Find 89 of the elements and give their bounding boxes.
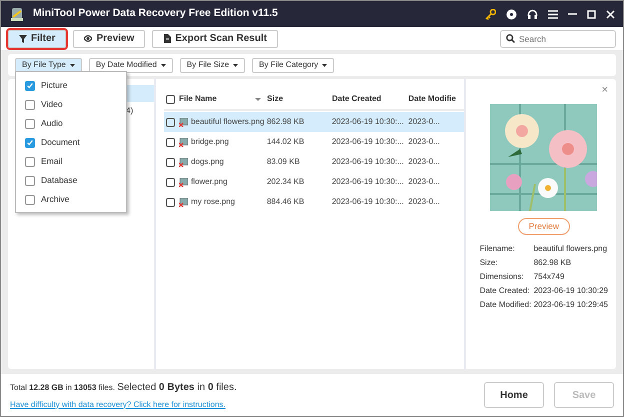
filter-button[interactable]: Filter: [8, 30, 66, 48]
table-cell: 144.02 KB: [266, 137, 304, 146]
export-button[interactable]: Export Scan Result: [152, 30, 278, 48]
filter-dropdown[interactable]: By File Size: [180, 58, 246, 72]
search-field[interactable]: Search: [500, 30, 616, 48]
detail-label: Dimensions:: [480, 270, 525, 283]
column-header[interactable]: Date Modifie: [408, 94, 456, 103]
checkbox[interactable]: [25, 80, 35, 90]
key-icon: [485, 8, 496, 20]
detail-label: Date Created:: [480, 284, 531, 297]
checkbox[interactable]: [25, 100, 35, 110]
detail-value: 754x749: [534, 270, 564, 283]
disc-icon: [506, 8, 517, 20]
total-summary: Total 12.28 GB in 13053 files.: [10, 382, 115, 394]
broken-image-icon: [178, 178, 188, 186]
detail-label: Size:: [480, 256, 498, 269]
detail-value: 2023-06-19 10:29:45: [534, 298, 608, 311]
filter-icon: [19, 34, 27, 43]
table-cell: beautiful flowers.png: [190, 116, 264, 128]
checkbox[interactable]: [166, 118, 175, 126]
checkbox[interactable]: [166, 198, 175, 206]
eye-icon: [84, 34, 92, 43]
checkbox[interactable]: [166, 158, 175, 166]
checkbox[interactable]: [25, 156, 35, 166]
detail-value: beautiful flowers.png: [534, 242, 608, 255]
menu-icon: [548, 10, 558, 18]
table-cell: 884.46 KB: [266, 197, 304, 206]
checkbox[interactable]: [25, 176, 35, 186]
table-cell: 2023-06-19 10:30:...: [332, 197, 404, 206]
preview-button[interactable]: Preview: [73, 30, 146, 48]
close-button[interactable]: ×: [602, 85, 608, 96]
menu-item[interactable]: Document: [25, 133, 126, 152]
table-cell: 2023-0...: [408, 197, 440, 206]
broken-image-icon: [178, 118, 188, 126]
menu-item[interactable]: Audio: [25, 114, 126, 133]
app-logo-icon: [9, 6, 25, 22]
menu-item[interactable]: Email: [25, 152, 126, 171]
detail-value: 862.98 KB: [534, 256, 572, 269]
table-cell: 2023-0...: [408, 137, 440, 146]
menu-item[interactable]: Archive: [25, 190, 126, 209]
checkbox[interactable]: [166, 138, 175, 146]
headset-icon: [527, 8, 538, 20]
table-cell: 2023-06-19 10:30:...: [332, 157, 404, 166]
close-icon: [606, 10, 615, 18]
table-cell: dogs.png: [190, 156, 224, 168]
filter-dropdown[interactable]: By Date Modified: [88, 58, 173, 72]
checkbox[interactable]: [25, 118, 35, 128]
table-cell: 2023-06-19 10:30:...: [332, 117, 404, 126]
minimize-icon: [568, 13, 577, 15]
broken-image-icon: [178, 158, 188, 166]
checkbox[interactable]: [166, 178, 175, 186]
checkbox[interactable]: [166, 94, 175, 104]
column-header[interactable]: File Name: [178, 93, 217, 105]
detail-value: 2023-06-19 10:30:29: [534, 284, 608, 297]
table-cell: 2023-0...: [408, 117, 440, 126]
table-cell: flower.png: [190, 176, 228, 188]
table-cell: 2023-06-19 10:30:...: [332, 137, 404, 146]
help-link[interactable]: Have difficulty with data recovery? Click here for instructions.: [10, 398, 237, 410]
table-cell: 2023-0...: [408, 157, 440, 166]
checkbox[interactable]: [25, 194, 35, 204]
checkbox[interactable]: [25, 138, 35, 148]
broken-image-icon: [178, 138, 188, 146]
menu-item[interactable]: Picture: [25, 76, 126, 95]
filter-dropdown[interactable]: By File Type: [15, 58, 82, 72]
detail-label: Filename:: [480, 242, 516, 255]
broken-image-icon: [178, 198, 188, 206]
table-cell: my rose.png: [190, 196, 235, 208]
table-cell: 2023-06-19 10:30:...: [332, 177, 404, 186]
sort-icon: [255, 98, 262, 100]
caret-icon: [322, 64, 328, 66]
caret-icon: [160, 64, 166, 66]
window-title: MiniTool Power Data Recovery Free Edition v11.5: [33, 6, 278, 22]
caret-icon: [233, 64, 238, 66]
home-button[interactable]: Home: [484, 382, 544, 408]
table-cell: 862.98 KB: [266, 117, 304, 126]
table-cell: 202.34 KB: [266, 177, 304, 186]
table-cell: 83.09 KB: [266, 157, 300, 166]
selected-summary: Selected 0 Bytes in 0 files.: [117, 380, 237, 394]
document-icon: [163, 34, 172, 43]
filter-dropdown[interactable]: By File Category: [252, 58, 334, 72]
caret-icon: [70, 64, 75, 66]
column-header[interactable]: Date Created: [332, 94, 382, 103]
detail-label: Date Modified:: [480, 298, 532, 311]
maximize-icon: [587, 10, 596, 18]
menu-item[interactable]: Video: [25, 95, 126, 114]
column-header[interactable]: Size: [267, 94, 284, 103]
table-cell: bridge.png: [190, 136, 229, 148]
menu-item[interactable]: Database: [25, 171, 126, 190]
table-cell: 2023-0...: [408, 177, 440, 186]
